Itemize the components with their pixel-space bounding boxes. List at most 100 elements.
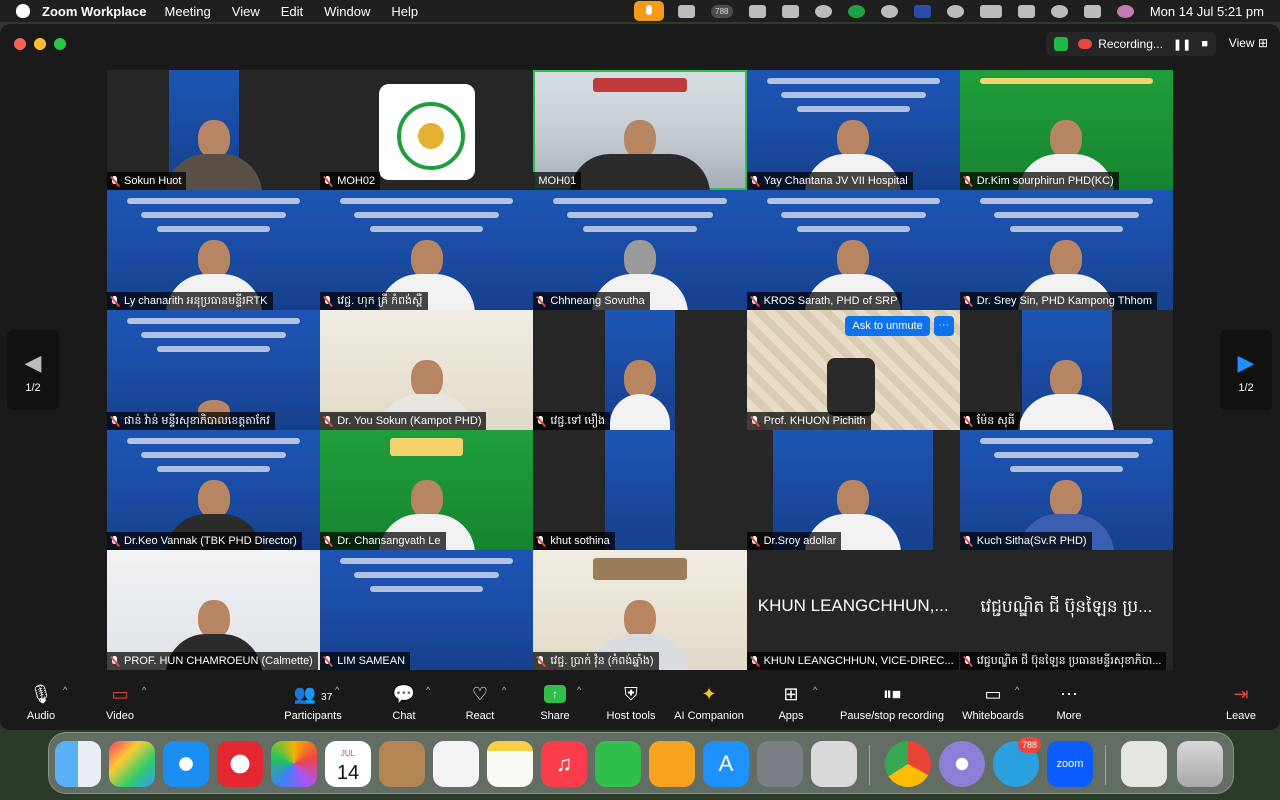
iphone-mirroring-icon[interactable]: [811, 741, 857, 787]
menu-help[interactable]: Help: [391, 4, 418, 19]
video-tile[interactable]: Dr. Chansangvath Le: [320, 430, 534, 550]
video-tile[interactable]: Dr.Keo Vannak (TBK PHD Director): [107, 430, 321, 550]
calendar-icon[interactable]: JUL 14: [325, 741, 371, 787]
shield-icon[interactable]: [1054, 37, 1069, 51]
chevron-up-icon[interactable]: ^: [577, 685, 581, 695]
app-icon[interactable]: [939, 741, 985, 787]
video-tile[interactable]: Ly chanarith អនុប្រធានមន្ទីរRTK: [107, 190, 321, 310]
video-tile[interactable]: វេជ្ជ.ទៅ មឿង: [533, 310, 747, 430]
video-tile[interactable]: khut sothina: [533, 430, 747, 550]
chevron-up-icon[interactable]: ^: [63, 685, 67, 695]
arrow-right-icon: ▶: [1237, 350, 1255, 375]
pause-recording-icon[interactable]: ❚❚: [1173, 38, 1191, 51]
video-tile[interactable]: Sokun Huot: [107, 70, 321, 190]
trash-icon[interactable]: [1177, 741, 1223, 787]
more-options-icon[interactable]: ···: [933, 316, 954, 336]
safari-icon[interactable]: [163, 741, 209, 787]
previous-page-button[interactable]: ◀ 1/2: [7, 330, 59, 410]
moon-icon[interactable]: [880, 4, 898, 18]
menu-window[interactable]: Window: [324, 4, 370, 19]
video-tile[interactable]: Dr. You Sokun (Kampot PHD): [320, 310, 534, 430]
minimize-window-button[interactable]: [34, 38, 46, 50]
video-tile[interactable]: KROS Sarath, PHD of SRP: [746, 190, 960, 310]
search-icon[interactable]: [1050, 4, 1068, 18]
video-tile[interactable]: MOH02: [320, 70, 534, 190]
ask-to-unmute-button[interactable]: Ask to unmute: [845, 316, 930, 336]
apple-icon[interactable]: [16, 4, 30, 18]
video-tile[interactable]: ម៉ែន សុធី: [959, 310, 1173, 430]
ai-companion-button[interactable]: ✦ AI Companion: [664, 682, 754, 722]
participant-name: វេជ្ជបណ្ឌិត ជី ប៊ុនឡៃន ប្រធានមន្ទីរសុខាភ…: [959, 652, 1167, 670]
telegram-icon[interactable]: 788: [993, 737, 1041, 787]
pause-stop-recording-button[interactable]: ⏸⏹ Pause/stop recording: [840, 682, 944, 722]
video-tile[interactable]: PROF. HUN CHAMROEUN (Calmette): [107, 550, 321, 670]
participants-button[interactable]: 👥 37 Participants ^: [268, 682, 358, 722]
stop-recording-icon[interactable]: ■: [1201, 38, 1208, 50]
numbers-icon[interactable]: [595, 741, 641, 787]
video-tile[interactable]: LIM SAMEAN: [320, 550, 534, 670]
video-tile[interactable]: វេជ្ជបណ្ឌិត ជី ប៊ុនឡៃន ប្រ... វេជ្ជបណ្ឌិ…: [959, 550, 1173, 670]
pages-icon[interactable]: [649, 741, 695, 787]
video-tile[interactable]: KHUN LEANGCHHUN,... KHUN LEANGCHHUN, VIC…: [746, 550, 960, 670]
headphones-icon[interactable]: [946, 4, 964, 18]
clock[interactable]: Mon 14 Jul 5:21 pm: [1150, 4, 1264, 19]
photos-icon[interactable]: [271, 741, 317, 787]
chevron-up-icon[interactable]: ^: [142, 685, 146, 695]
view-button[interactable]: View ⊞: [1229, 36, 1268, 50]
audio-button[interactable]: 🎙 Audio ^: [0, 682, 86, 722]
more-button[interactable]: ⋯ More: [1024, 682, 1114, 722]
video-tile[interactable]: Yay Chantana JV VII Hospital: [746, 70, 960, 190]
launchpad-icon[interactable]: [109, 741, 155, 787]
close-window-button[interactable]: [14, 38, 26, 50]
video-button[interactable]: ▭ Video ^: [75, 682, 165, 722]
calendar-month: JUL: [340, 749, 356, 758]
video-tile[interactable]: Dr. Srey Sin, PHD Kampong Thhom: [959, 190, 1173, 310]
video-tile[interactable]: Dr.Sroy adollar: [746, 430, 960, 550]
siri-icon[interactable]: [1116, 4, 1134, 18]
green-app-icon[interactable]: [847, 4, 865, 18]
window-preview-icon[interactable]: [1121, 741, 1167, 787]
next-page-button[interactable]: ▶ 1/2: [1220, 330, 1272, 410]
active-speaker-tile[interactable]: MOH01: [533, 70, 747, 190]
notes-icon[interactable]: [487, 741, 533, 787]
video-tile[interactable]: ផាន់ វ៉ាន់ មន្ទីរសុខាភិបាលខេត្តតាកែវ: [107, 310, 321, 430]
music-icon[interactable]: ♫: [541, 741, 587, 787]
app-store-icon[interactable]: A: [703, 741, 749, 787]
video-tile[interactable]: វេជ្ជ. ហុក គ្រី កំពង់ស្ពឺ: [320, 190, 534, 310]
microphone-in-use-icon[interactable]: [633, 1, 664, 21]
chrome-icon[interactable]: [885, 741, 931, 787]
tray-badge-icon[interactable]: 788: [710, 4, 733, 18]
chevron-up-icon[interactable]: ^: [1015, 685, 1019, 695]
zoom-tray-icon[interactable]: [677, 4, 695, 18]
flag-icon[interactable]: [913, 4, 931, 18]
leave-button[interactable]: ⇥ Leave: [1196, 682, 1280, 722]
app-menu[interactable]: Zoom Workplace: [42, 4, 147, 19]
zoom-icon[interactable]: zoom: [1047, 741, 1093, 787]
upload-icon[interactable]: [781, 4, 799, 18]
video-tile[interactable]: Chhneang Sovutha: [533, 190, 747, 310]
sync-icon[interactable]: [814, 4, 832, 18]
video-tile[interactable]: Kuch Sitha(Sv.R PHD): [959, 430, 1173, 550]
video-tile[interactable]: វេជ្ជ. ប្រាក់ វុំន (កំពង់ឆ្នាំង): [533, 550, 747, 670]
chevron-up-icon[interactable]: ^: [502, 685, 506, 695]
system-settings-icon[interactable]: [757, 741, 803, 787]
chevron-up-icon[interactable]: ^: [426, 685, 430, 695]
menu-view[interactable]: View: [232, 4, 260, 19]
finder-icon[interactable]: [55, 741, 101, 787]
chevron-up-icon[interactable]: ^: [813, 685, 817, 695]
chevron-up-icon[interactable]: ^: [335, 685, 339, 695]
opera-icon[interactable]: [217, 741, 263, 787]
video-tile[interactable]: Dr.Kim sourphirun PHD(KC): [959, 70, 1173, 190]
apps-button[interactable]: ⊞ Apps ^: [746, 682, 836, 722]
video-tile[interactable]: Ask to unmute ··· Prof. KHUON Pichith: [746, 310, 960, 430]
zoom-window-button[interactable]: [54, 38, 66, 50]
menu-edit[interactable]: Edit: [281, 4, 303, 19]
battery-icon[interactable]: [979, 4, 1002, 18]
menu-meeting[interactable]: Meeting: [165, 4, 211, 19]
reminders-icon[interactable]: [433, 741, 479, 787]
control-center-icon[interactable]: [1083, 4, 1101, 18]
contacts-icon[interactable]: [379, 741, 425, 787]
host-tools-button[interactable]: ⛨ Host tools: [586, 682, 676, 722]
cloud-icon[interactable]: [748, 4, 766, 18]
wifi-icon[interactable]: [1017, 4, 1035, 18]
